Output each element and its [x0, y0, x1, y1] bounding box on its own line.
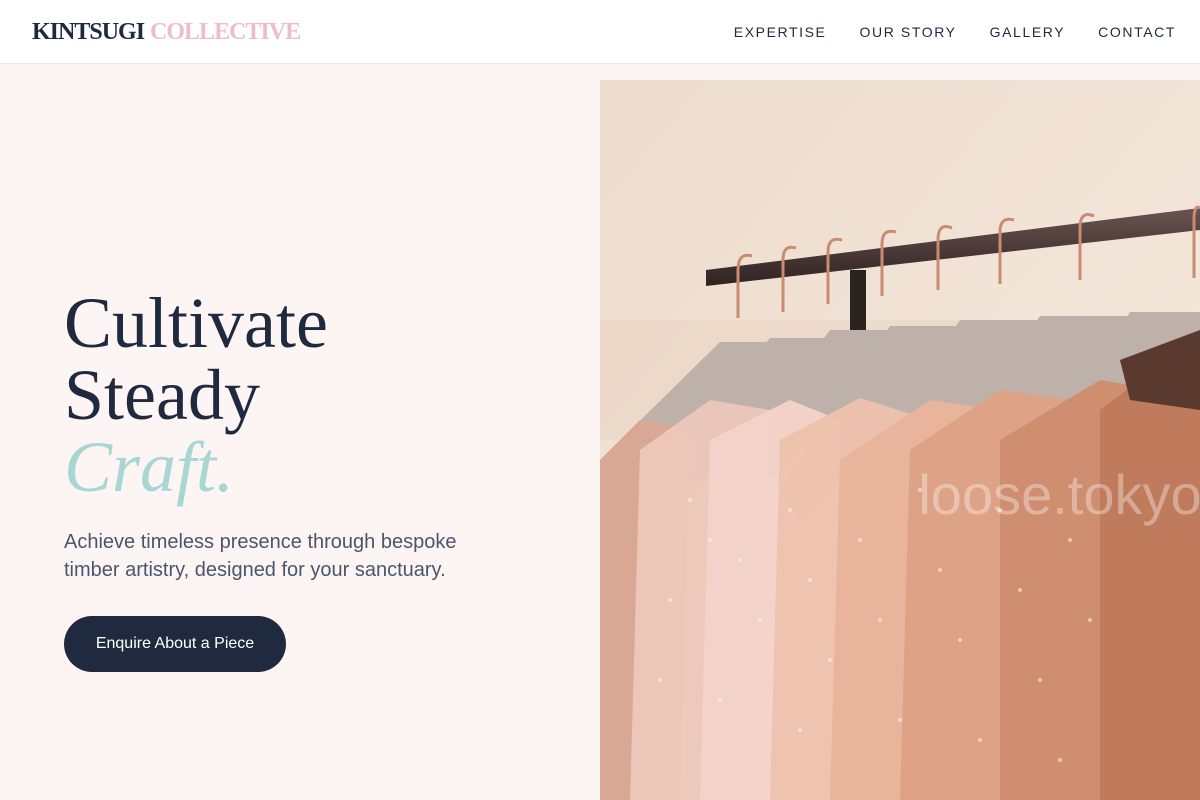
- nav-link-our-story[interactable]: OUR STORY: [860, 22, 957, 42]
- clothing-rack-illustration: loose.tokyo: [600, 80, 1200, 800]
- site-header: KINTSUGI COLLECTIVE EXPERTISE OUR STORY G…: [0, 0, 1200, 64]
- brand-name-primary: KINTSUGI: [32, 19, 145, 45]
- hero-image: loose.tokyo: [600, 80, 1200, 800]
- hero-title-line-1: Cultivate: [64, 283, 328, 363]
- image-watermark: loose.tokyo: [918, 463, 1200, 526]
- hero-title-line-2: Steady: [64, 355, 260, 435]
- main-nav: EXPERTISE OUR STORY GALLERY CONTACT: [734, 22, 1176, 42]
- nav-link-contact[interactable]: CONTACT: [1098, 22, 1176, 42]
- hero-title-line-3: Craft.: [64, 427, 235, 507]
- brand-logo[interactable]: KINTSUGI COLLECTIVE: [32, 17, 301, 47]
- enquire-button[interactable]: Enquire About a Piece: [64, 616, 286, 672]
- nav-link-gallery[interactable]: GALLERY: [990, 22, 1066, 42]
- hero-subtitle: Achieve timeless presence through bespok…: [64, 531, 457, 581]
- hero-title: Cultivate Steady Craft.: [64, 287, 328, 503]
- brand-name-accent: COLLECTIVE: [150, 19, 301, 45]
- nav-link-expertise[interactable]: EXPERTISE: [734, 22, 827, 42]
